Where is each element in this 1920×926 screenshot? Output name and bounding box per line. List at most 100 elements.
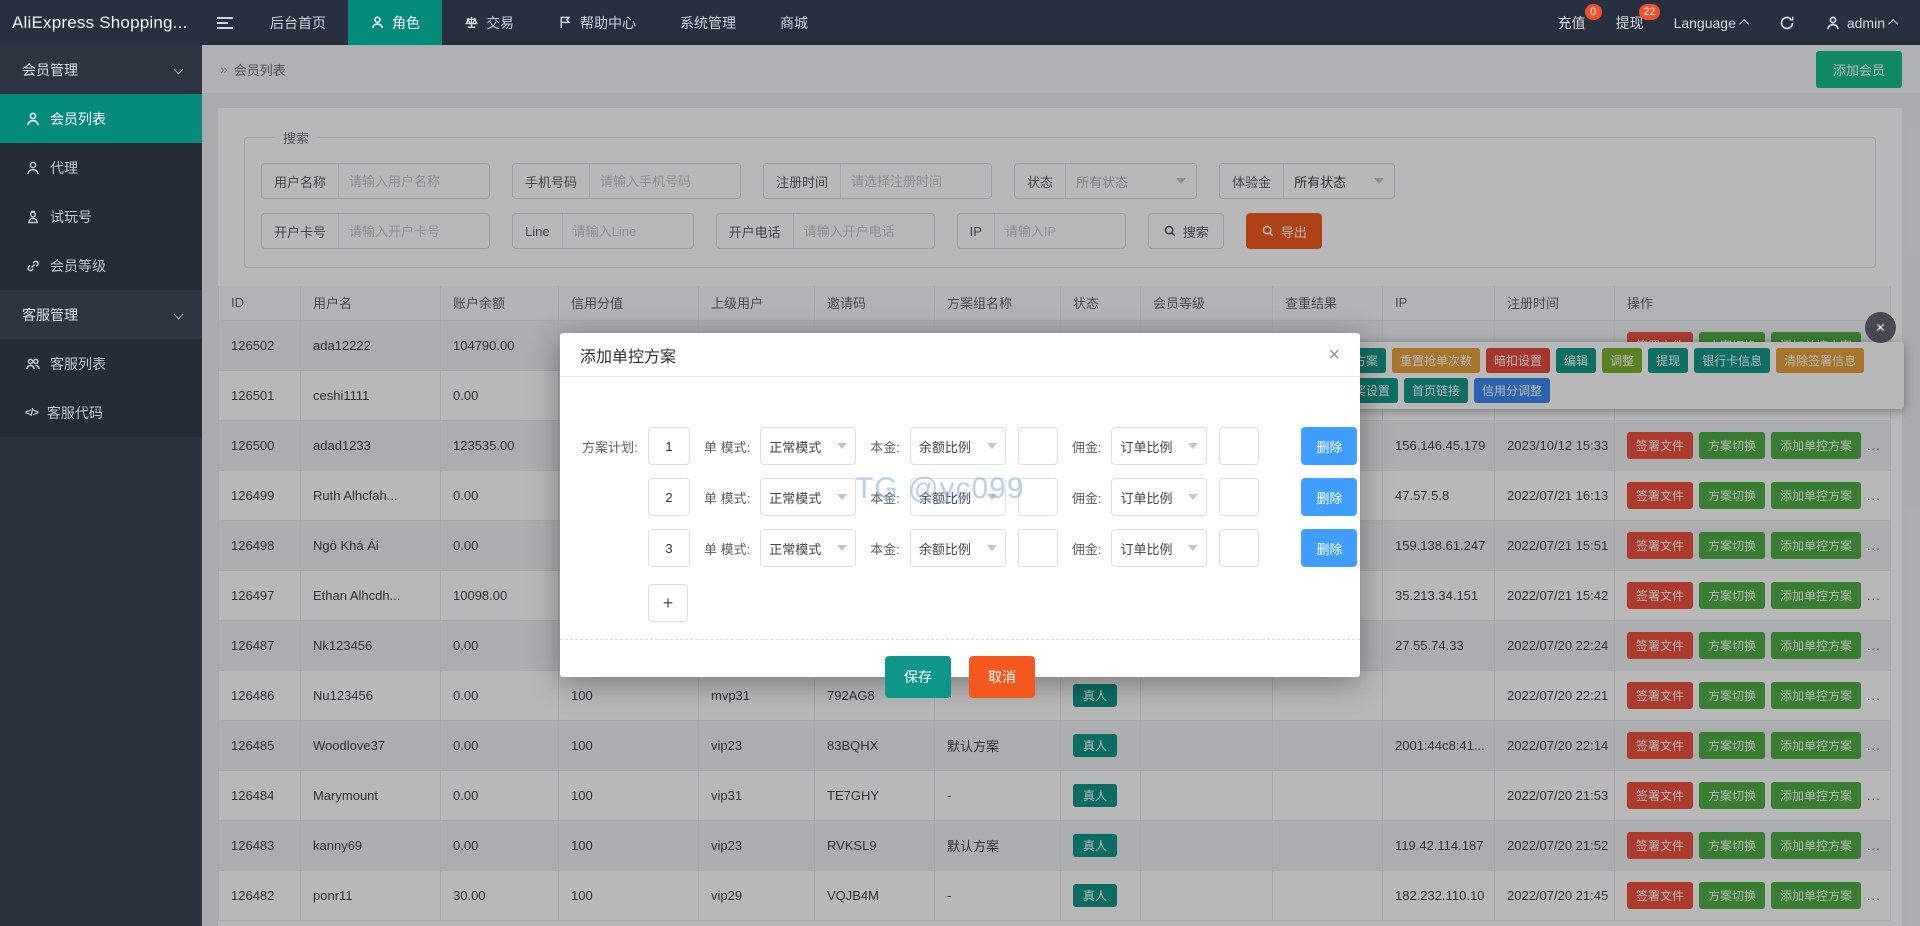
link-icon	[25, 258, 41, 274]
plan-row-2: 单 模式: 正常模式本金: 余额比例 佣金: 订单比例 删除	[560, 478, 1360, 516]
chevron-up-icon	[1739, 19, 1749, 29]
plan-number-input[interactable]	[648, 529, 690, 567]
principal-select[interactable]: 余额比例	[910, 529, 1006, 567]
sidebar-group-label: 客服管理	[22, 305, 78, 325]
sidebar-item-代理[interactable]: 代理	[0, 143, 202, 192]
plan-number-input[interactable]	[648, 478, 690, 516]
person-icon	[1825, 15, 1841, 31]
navbar-right: 充值 0 提现 22 Language admin	[1558, 0, 1920, 45]
plan-number-input[interactable]	[648, 427, 690, 465]
flag-icon	[558, 15, 573, 30]
commission-label: 佣金:	[1072, 488, 1102, 507]
nav-item-label: 角色	[392, 13, 420, 33]
recharge-link[interactable]: 充值 0	[1558, 13, 1586, 33]
select-value: 正常模式	[769, 539, 821, 558]
modal-close-icon[interactable]: ×	[1328, 345, 1340, 365]
chevron-down-icon	[837, 545, 847, 551]
chevron-down-icon	[1188, 545, 1198, 551]
commission-select[interactable]: 订单比例	[1111, 478, 1207, 516]
person-icon	[370, 15, 385, 30]
mode-select[interactable]: 正常模式	[760, 529, 856, 567]
commission-value-input[interactable]	[1219, 478, 1259, 516]
nav-item-帮助中心[interactable]: 帮助中心	[536, 0, 658, 45]
nav-item-label: 交易	[486, 13, 514, 33]
principal-value-input[interactable]	[1018, 427, 1058, 465]
chevron-down-icon	[987, 443, 997, 449]
sidebar-item-会员列表[interactable]: 会员列表	[0, 94, 202, 143]
principal-label: 本金:	[870, 488, 900, 507]
sidebar-group-label: 会员管理	[22, 60, 78, 80]
modal-title: 添加单控方案	[580, 343, 676, 367]
mode-select[interactable]: 正常模式	[760, 478, 856, 516]
principal-select[interactable]: 余额比例	[910, 427, 1006, 465]
chevron-down-icon	[1188, 494, 1198, 500]
nav-item-label: 后台首页	[270, 13, 326, 33]
principal-value-input[interactable]	[1018, 478, 1058, 516]
delete-plan-row-button[interactable]: 删除	[1301, 529, 1357, 567]
user-icon	[25, 111, 41, 127]
chevron-down-icon	[174, 310, 184, 320]
user-menu[interactable]: admin	[1825, 15, 1898, 31]
sidebar-item-label: 代理	[50, 158, 78, 178]
nav-item-商城[interactable]: 商城	[758, 0, 830, 45]
delete-plan-row-button[interactable]: 删除	[1301, 427, 1357, 465]
commission-value-input[interactable]	[1219, 529, 1259, 567]
sidebar-item-客服列表[interactable]: 客服列表	[0, 339, 202, 388]
chevron-down-icon	[1188, 443, 1198, 449]
principal-label: 本金:	[870, 539, 900, 558]
hamburger-icon[interactable]	[202, 0, 248, 45]
principal-value-input[interactable]	[1018, 529, 1058, 567]
withdraw-link[interactable]: 提现 22	[1616, 13, 1644, 33]
select-value: 余额比例	[919, 437, 971, 456]
sidebar-group-客服管理[interactable]: 客服管理	[0, 290, 202, 339]
sidebar-item-试玩号[interactable]: 试玩号	[0, 192, 202, 241]
chevron-down-icon	[987, 494, 997, 500]
commission-label: 佣金:	[1072, 539, 1102, 558]
plan-row-3: 单 模式:正常模式本金:余额比例佣金:订单比例删除	[560, 529, 1360, 567]
recharge-badge: 0	[1585, 4, 1602, 20]
principal-select[interactable]: 余额比例	[910, 478, 1006, 516]
chevron-down-icon	[987, 545, 997, 551]
cancel-button[interactable]: 取消	[969, 656, 1035, 698]
nav-item-交易[interactable]: 交易	[442, 0, 536, 45]
language-dropdown[interactable]: Language	[1674, 15, 1749, 31]
sidebar-item-客服代码[interactable]: </> 客服代码	[0, 388, 202, 437]
popup-close-button[interactable]: ×	[1865, 312, 1896, 343]
sidebar-item-会员等级[interactable]: 会员等级	[0, 241, 202, 290]
delete-plan-row-button[interactable]: 删除	[1301, 478, 1357, 516]
select-value: 余额比例	[919, 539, 971, 558]
select-value: 订单比例	[1120, 437, 1172, 456]
modal-body: TG @yc099 方案计划:单 模式:正常模式本金:余额比例佣金:订单比例删除…	[560, 377, 1360, 698]
nav-menu: 后台首页 角色 交易 帮助中心系统管理 商城	[248, 0, 830, 45]
top-navbar: AliExpress Shopping... 后台首页角色交易帮助中心系统管理商…	[0, 0, 1920, 45]
trial-icon	[25, 209, 41, 225]
nav-item-label: 商城	[780, 13, 808, 33]
mode-select[interactable]: 正常模式	[760, 427, 856, 465]
username-label: admin	[1847, 15, 1885, 31]
sidebar-group-会员管理[interactable]: 会员管理	[0, 45, 202, 94]
principal-label: 本金:	[870, 437, 900, 456]
commission-value-input[interactable]	[1219, 427, 1259, 465]
plan-row-1: 方案计划:单 模式:正常模式本金:余额比例佣金:订单比例删除	[560, 427, 1360, 465]
sidebar-item-label: 试玩号	[50, 207, 92, 227]
select-value: 订单比例	[1120, 488, 1172, 507]
code-icon: </>	[25, 407, 38, 419]
save-button[interactable]: 保存	[885, 656, 951, 698]
sidebar-item-label: 客服代码	[47, 403, 103, 423]
users-icon	[25, 356, 41, 372]
chevron-down-icon	[837, 443, 847, 449]
commission-select[interactable]: 订单比例	[1111, 529, 1207, 567]
nav-item-系统管理[interactable]: 系统管理	[658, 0, 758, 45]
mode-label: 单 模式:	[704, 488, 750, 507]
chevron-down-icon	[174, 65, 184, 75]
commission-label: 佣金:	[1072, 437, 1102, 456]
refresh-button[interactable]	[1779, 15, 1795, 31]
nav-item-后台首页[interactable]: 后台首页	[248, 0, 348, 45]
refresh-icon	[1779, 15, 1795, 31]
add-plan-row-button[interactable]: +	[648, 584, 688, 622]
commission-select[interactable]: 订单比例	[1111, 427, 1207, 465]
modal-header: 添加单控方案 ×	[560, 333, 1360, 377]
sidebar-item-label: 会员等级	[50, 256, 106, 276]
nav-item-角色[interactable]: 角色	[348, 0, 442, 45]
chevron-up-icon	[1888, 19, 1898, 29]
